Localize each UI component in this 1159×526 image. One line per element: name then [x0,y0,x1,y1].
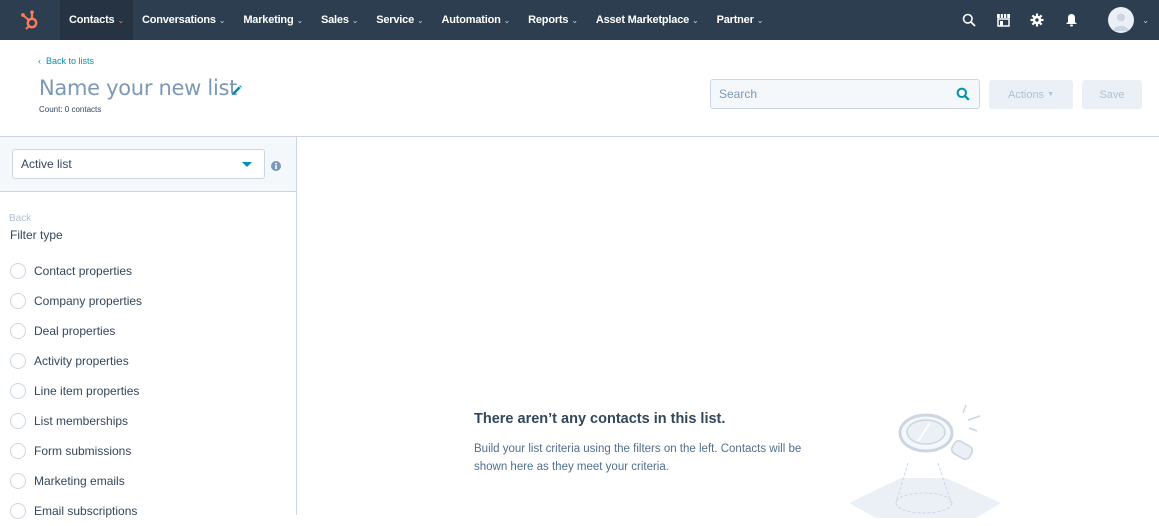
nav-item-label: Partner [716,14,754,26]
filter-option-label: Company properties [34,294,143,308]
filter-option-label: Line item properties [34,384,140,398]
radio-button[interactable] [10,293,26,309]
list-name-title[interactable]: Name your new list [39,76,237,100]
marketplace-icon[interactable] [986,0,1020,40]
dropdown-caret-icon [242,162,252,167]
edit-pencil-icon[interactable] [231,83,242,101]
chevron-down-icon: ⌄ [351,15,359,25]
nav-item-reports[interactable]: Reports ⌄ [519,0,587,40]
nav-item-contacts[interactable]: Contacts ⌄ [60,0,133,40]
contact-count: Count: 0 contacts [39,105,102,114]
filter-option-label: Activity properties [34,354,129,368]
nav-item-automation[interactable]: Automation ⌄ [433,0,520,40]
top-navigation: Contacts ⌄ Conversations ⌄ Marketing ⌄ Sales ⌄ S… [0,0,1159,40]
nav-item-label: Service [376,14,414,26]
chevron-down-icon: ⌄ [417,15,424,25]
nav-item-label: Automation [441,14,501,26]
filter-option-label: Deal properties [34,324,116,338]
magnifying-glass-icon [849,404,1001,518]
search-icon[interactable] [952,0,986,40]
nav-item-sales[interactable]: Sales ⌄ [312,0,367,40]
nav-item-label: Contacts [69,14,115,26]
filter-option-label: List memberships [34,414,129,428]
settings-icon[interactable] [1020,0,1054,40]
chevron-left-icon: ‹ [38,56,41,66]
nav-item-label: Reports [528,14,569,26]
contacts-panel: There aren’t any contacts in this list. … [298,137,1159,518]
search-icon[interactable] [956,87,970,106]
nav-item-conversations[interactable]: Conversations ⌄ [133,0,234,40]
filter-option-label: Email subscriptions [34,504,138,518]
radio-button[interactable] [10,353,26,369]
hubspot-logo[interactable] [0,0,60,40]
filter-option-label: Contact properties [34,264,133,278]
nav-item-asset-marketplace[interactable]: Asset Marketplace ⌄ [587,0,708,40]
radio-button[interactable] [10,383,26,399]
radio-button[interactable] [10,473,26,489]
filter-option[interactable]: Email subscriptions [10,496,142,526]
nav-item-marketing[interactable]: Marketing ⌄ [234,0,312,40]
chevron-down-icon: ⌄ [571,15,578,25]
chevron-down-icon: ⌄ [117,15,124,25]
list-type-value: Active list [21,157,72,171]
actions-label: Actions [1007,88,1045,101]
nav-item-label: Conversations [141,14,216,26]
chevron-down-icon: ⌄ [692,15,699,25]
chevron-down-icon: ⌄ [503,15,511,25]
search-input[interactable] [711,80,941,108]
chevron-down-icon: ⌄ [296,15,303,25]
notifications-icon[interactable] [1054,0,1088,40]
filter-option[interactable]: Company properties [10,286,142,316]
back-to-lists-label: Back to lists [46,56,95,66]
nav-item-service[interactable]: Service ⌄ [367,0,432,40]
list-type-select[interactable]: Active list [12,149,265,179]
filter-option-label: Marketing emails [34,474,125,488]
empty-state-description: Build your list criteria using the filte… [474,443,802,473]
actions-dropdown-button[interactable]: Actions ▼ [989,80,1073,109]
sprocket-icon [21,10,38,30]
empty-state-title: There aren’t any contacts in this list. [474,411,726,427]
account-chevron-icon[interactable]: ⌄ [1142,16,1149,25]
filter-type-list: Contact properties Company properties Deal… [10,256,142,526]
filter-option[interactable]: Line item properties [10,376,142,406]
search-field[interactable] [710,79,980,109]
user-icon [1113,13,1130,31]
radio-button[interactable] [10,263,26,279]
list-type-bar: Active list [0,137,296,192]
filter-option-label: Form submissions [34,444,132,458]
info-icon[interactable] [271,158,281,176]
radio-button[interactable] [10,413,26,429]
user-avatar[interactable] [1108,7,1135,33]
filter-option[interactable]: Marketing emails [10,466,142,496]
nav-item-label: Marketing [243,14,294,26]
radio-button[interactable] [10,323,26,339]
chevron-down-icon: ⌄ [218,15,226,25]
filter-option[interactable]: Form submissions [10,436,142,466]
filter-sidebar: Active list Back Filter type Contact pro… [0,137,297,519]
filter-back-link[interactable]: Back [9,213,31,224]
filter-type-heading: Filter type [10,228,63,242]
radio-button[interactable] [10,503,26,519]
save-button[interactable]: Save [1082,80,1142,109]
list-header: ‹ Back to lists Name your new list Count:… [0,40,1159,137]
filter-option[interactable]: Contact properties [10,256,142,286]
filter-option[interactable]: Activity properties [10,346,142,376]
chevron-down-icon: ⌄ [756,15,764,25]
nav-item-label: Asset Marketplace [595,14,690,26]
nav-item-partner[interactable]: Partner ⌄ [708,0,773,40]
filter-option[interactable]: List memberships [10,406,142,436]
radio-button[interactable] [10,443,26,459]
filter-option[interactable]: Deal properties [10,316,142,346]
back-to-lists-link[interactable]: ‹ Back to lists [38,56,94,66]
caret-down-icon: ▼ [1047,91,1054,98]
magnifying-glass-illustration [846,403,1006,523]
nav-item-label: Sales [320,14,349,26]
